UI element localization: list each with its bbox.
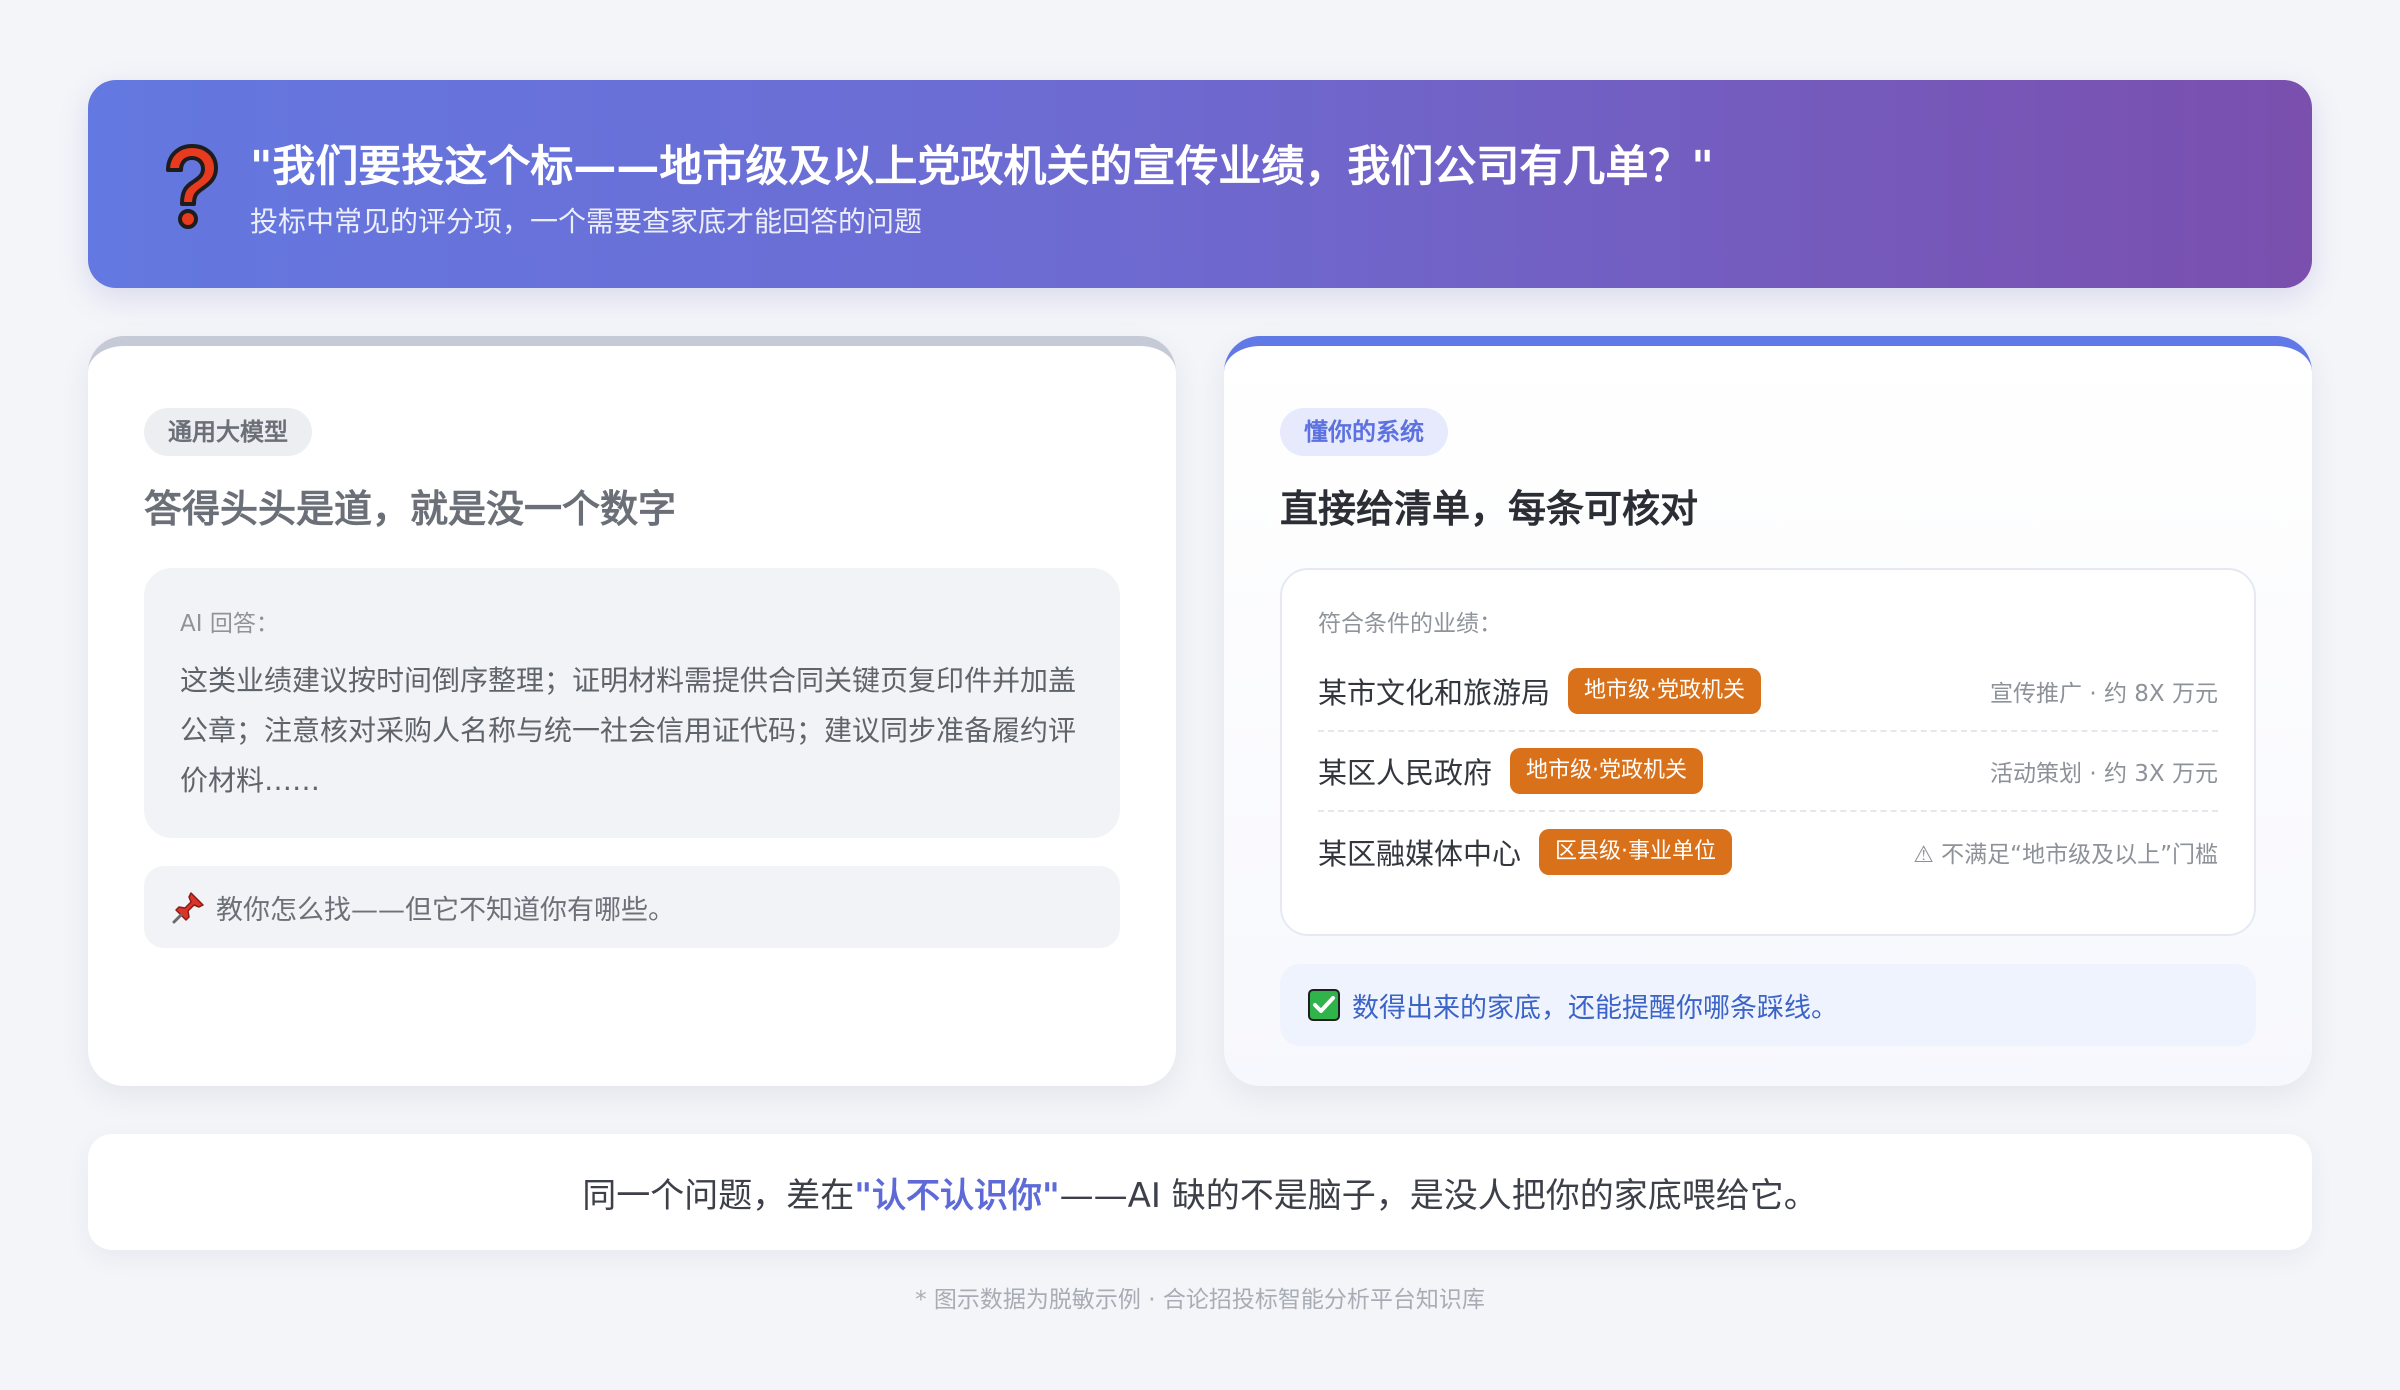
list-item: 某区人民政府 地市级·党政机关 活动策划 · 约 3X 万元 [1318,732,2218,812]
ai-answer-box: AI 回答： 这类业绩建议按时间倒序整理；证明材料需提供合同关键页复印件并加盖公… [144,568,1120,838]
project-client-name: 某市文化和旅游局 [1318,676,1551,710]
question-mark-icon [166,144,218,229]
generic-model-badge: 通用大模型 [144,408,312,456]
knowledge-system-tip: 数得出来的家底，还能提醒你哪条踩线。 [1280,964,2256,1046]
summary-prefix: 同一个问题，差在 [582,1175,855,1216]
pushpin-icon [172,892,204,924]
banner-subtitle: 投标中常见的评分项，一个需要查家底才能回答的问题 [250,205,923,238]
list-item: 某区融媒体中心 区县级·事业单位 ⚠ 不满足“地市级及以上”门槛 [1318,812,2218,892]
knowledge-system-badge: 懂你的系统 [1280,408,1448,456]
project-client-name: 某区人民政府 [1318,756,1493,790]
project-warning-note: ⚠ 不满足“地市级及以上”门槛 [1913,842,2218,868]
list-item: 某市文化和旅游局 地市级·党政机关 宣传推广 · 约 8X 万元 [1318,652,2218,732]
project-level-tag: 地市级·党政机关 [1568,668,1762,714]
generic-model-tip-text: 教你怎么找——但它不知道你有哪些。 [216,894,675,926]
qualified-projects-list: 符合条件的业绩： 某市文化和旅游局 地市级·党政机关 宣传推广 · 约 8X 万… [1280,568,2256,936]
generic-model-tip: 教你怎么找——但它不知道你有哪些。 [144,866,1120,948]
project-client-name: 某区融媒体中心 [1318,837,1522,871]
project-note: 活动策划 · 约 3X 万元 [1990,761,2218,787]
summary-suffix: ——AI 缺的不是脑子，是没人把你的家底喂给它。 [1059,1175,1818,1216]
check-mark-icon [1308,989,1340,1021]
footnote: * 图示数据为脱敏示例 · 合论招投标智能分析平台知识库 [915,1287,1485,1313]
project-level-tag: 地市级·党政机关 [1510,748,1704,794]
summary-banner: 同一个问题，差在 "认不认识你" ——AI 缺的不是脑子，是没人把你的家底喂给它。 [88,1134,2312,1250]
summary-emphasis: "认不认识你" [854,1175,1060,1216]
qualified-projects-label: 符合条件的业绩： [1318,611,1502,637]
project-level-tag: 区县级·事业单位 [1539,829,1733,875]
knowledge-system-tip-text: 数得出来的家底，还能提醒你哪条踩线。 [1352,992,1838,1024]
generic-model-heading: 答得头头是道，就是没一个数字 [144,487,677,531]
project-note: 宣传推广 · 约 8X 万元 [1990,681,2218,707]
knowledge-system-heading: 直接给清单，每条可核对 [1280,487,1699,531]
ai-answer-text: 这类业绩建议按时间倒序整理；证明材料需提供合同关键页复印件并加盖公章；注意核对采… [180,664,1077,797]
generic-model-card: 通用大模型 答得头头是道，就是没一个数字 AI 回答： 这类业绩建议按时间倒序整… [88,336,1176,1086]
banner-title: "我们要投这个标——地市级及以上党政机关的宣传业绩，我们公司有几单？" [250,142,1714,192]
ai-answer-label: AI 回答： [180,611,279,637]
knowledge-system-card: 懂你的系统 直接给清单，每条可核对 符合条件的业绩： 某市文化和旅游局 地市级·… [1224,336,2312,1086]
question-banner: "我们要投这个标——地市级及以上党政机关的宣传业绩，我们公司有几单？" 投标中常… [88,80,2312,288]
